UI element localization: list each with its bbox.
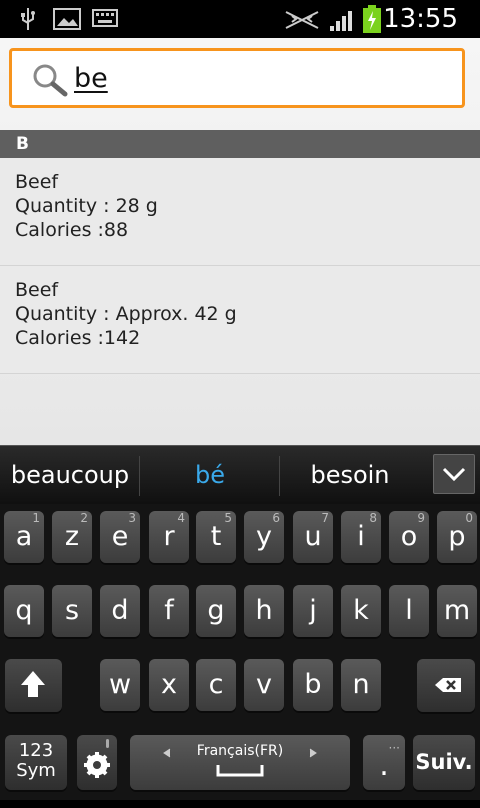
usb-icon	[21, 8, 35, 30]
item-quantity: Quantity : Approx. 42 g	[15, 303, 237, 325]
mute-icon	[285, 11, 319, 29]
item-calories: Calories :142	[15, 327, 141, 349]
gear-icon	[84, 739, 110, 778]
key-o[interactable]: o9	[389, 511, 429, 563]
list-item[interactable]: Beef Quantity : Approx. 42 g Calories :1…	[0, 266, 480, 374]
key-hint: 7	[321, 511, 329, 525]
key-label: y	[256, 521, 272, 552]
item-quantity: Quantity : 28 g	[15, 195, 158, 217]
list-item[interactable]: Beef Quantity : 28 g Calories :88	[0, 158, 480, 266]
symbols-label-2: Sym	[16, 760, 56, 781]
suggestion-3[interactable]: besoin	[280, 446, 420, 504]
shift-key[interactable]	[5, 659, 62, 712]
key-label: a	[15, 521, 33, 552]
period-key[interactable]: . ···	[363, 735, 405, 790]
app-content: be B Beef Quantity : 28 g Calories :88 B…	[0, 38, 480, 445]
key-p[interactable]: p0	[437, 511, 477, 563]
status-bar: 13:55	[0, 0, 480, 38]
settings-key[interactable]	[77, 735, 117, 790]
signal-icon	[330, 11, 352, 31]
key-t[interactable]: t5	[196, 511, 236, 563]
key-f[interactable]: f	[149, 585, 189, 637]
key-hint: 5	[224, 511, 232, 525]
key-r[interactable]: r4	[149, 511, 189, 563]
key-label: o	[400, 521, 418, 552]
key-hint: 4	[177, 511, 185, 525]
space-key[interactable]: Français(FR)	[130, 735, 350, 790]
key-n[interactable]: n	[341, 659, 381, 711]
key-label: u	[304, 521, 322, 552]
clock: 13:55	[383, 4, 458, 34]
key-hint: 9	[417, 511, 425, 525]
period-label: .	[379, 748, 389, 783]
collapse-button[interactable]	[433, 454, 475, 494]
key-b[interactable]: b	[293, 659, 333, 711]
key-hint: 6	[272, 511, 280, 525]
chevron-down-icon	[442, 467, 466, 482]
backspace-key[interactable]	[417, 659, 475, 712]
symbols-label-1: 123	[18, 740, 54, 761]
soft-keyboard: beaucoup bé besoin 123 Sym Français(FR)	[0, 445, 480, 800]
item-name: Beef	[15, 279, 59, 301]
key-g[interactable]: g	[196, 585, 236, 637]
key-label: i	[357, 521, 365, 552]
key-v[interactable]: v	[244, 659, 284, 711]
next-key[interactable]: Suiv.	[413, 735, 475, 790]
item-name: Beef	[15, 171, 59, 193]
key-hint: 2	[80, 511, 88, 525]
key-z[interactable]: z2	[52, 511, 92, 563]
key-a[interactable]: a1	[4, 511, 44, 563]
key-hint: 3	[128, 511, 136, 525]
key-w[interactable]: w	[100, 659, 140, 711]
key-h[interactable]: h	[244, 585, 284, 637]
key-hint: 1	[32, 511, 40, 525]
key-k[interactable]: k	[341, 585, 381, 637]
backspace-icon	[435, 678, 461, 692]
mic-icon	[106, 739, 109, 748]
key-label: p	[448, 521, 466, 552]
suggestion-2[interactable]: bé	[140, 446, 280, 504]
key-hint: 8	[369, 511, 377, 525]
key-j[interactable]: j	[293, 585, 333, 637]
search-icon	[33, 64, 68, 97]
key-label: z	[64, 521, 80, 552]
suggestion-1[interactable]: beaucoup	[0, 446, 140, 504]
key-c[interactable]: c	[196, 659, 236, 711]
search-field[interactable]: be	[9, 48, 465, 108]
symbols-key[interactable]: 123 Sym	[5, 735, 67, 790]
key-u[interactable]: u7	[293, 511, 333, 563]
battery-icon	[363, 5, 381, 33]
key-hint: 0	[465, 511, 473, 525]
key-m[interactable]: m	[437, 585, 477, 637]
key-label: e	[111, 521, 129, 552]
keyboard-icon	[92, 9, 118, 27]
section-header: B	[0, 130, 480, 158]
image-icon	[53, 8, 81, 30]
suggestion-bar: beaucoup bé besoin	[0, 445, 480, 504]
key-l[interactable]: l	[389, 585, 429, 637]
item-calories: Calories :88	[15, 219, 129, 241]
shift-arrow-icon	[21, 671, 45, 697]
key-y[interactable]: y6	[244, 511, 284, 563]
key-label: r	[163, 521, 175, 552]
key-i[interactable]: i8	[341, 511, 381, 563]
key-e[interactable]: e3	[100, 511, 140, 563]
ellipsis-hint: ···	[388, 741, 400, 755]
key-label: t	[210, 521, 222, 552]
key-s[interactable]: s	[52, 585, 92, 637]
key-q[interactable]: q	[4, 585, 44, 637]
key-d[interactable]: d	[100, 585, 140, 637]
space-bar-icon	[163, 748, 317, 777]
key-x[interactable]: x	[149, 659, 189, 711]
search-input[interactable]: be	[74, 63, 108, 94]
